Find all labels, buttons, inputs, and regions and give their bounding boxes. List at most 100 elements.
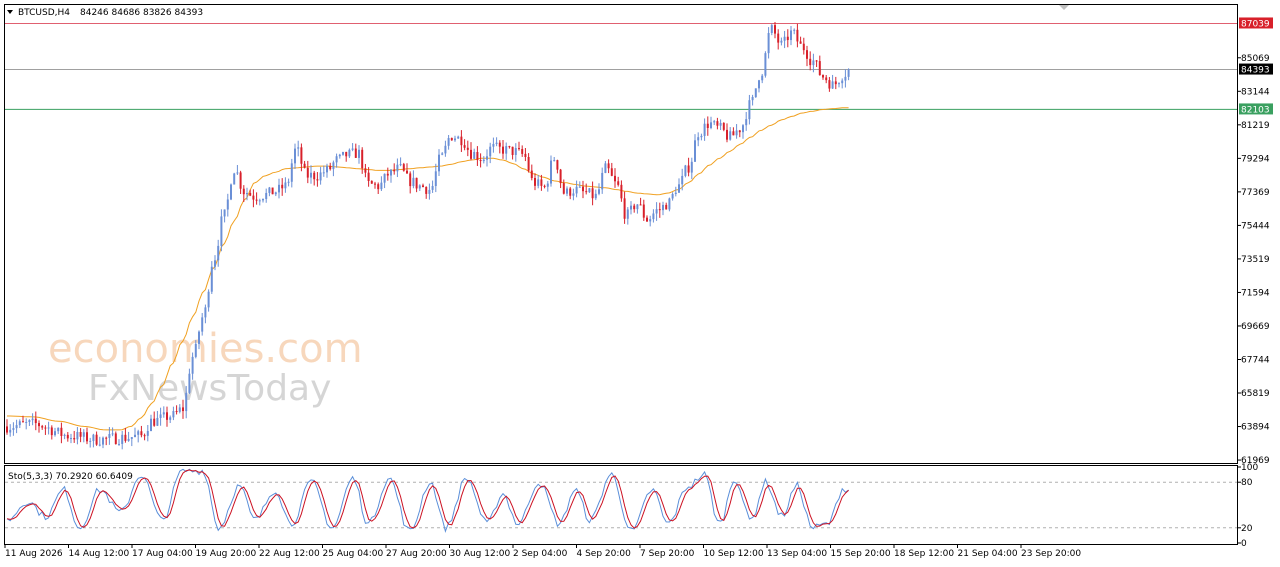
- candle-body: [95, 434, 98, 445]
- candle-body: [153, 418, 156, 426]
- candle-body: [278, 184, 280, 193]
- time-axis: 11 Aug 2026 14 Aug 12:00 17 Aug 04:00 19 Au…: [4, 544, 1081, 559]
- time-tick-label: 10 Sep 12:00: [704, 549, 764, 559]
- candle-body: [242, 188, 245, 195]
- candle-body: [172, 411, 175, 418]
- candle-body: [393, 169, 396, 172]
- candle-body: [265, 192, 268, 200]
- candle-body: [66, 434, 69, 439]
- candle-body: [300, 147, 303, 164]
- candle-body: [822, 75, 824, 78]
- candle-body: [530, 170, 533, 179]
- candle: [684, 164, 687, 178]
- candle-body: [566, 188, 568, 194]
- candle-body: [204, 307, 207, 318]
- candle-body: [198, 331, 200, 344]
- candle-body: [668, 198, 671, 210]
- candle-body: [146, 431, 149, 436]
- candle-body: [786, 36, 789, 41]
- candle-body: [57, 427, 60, 432]
- candle-body: [246, 192, 248, 195]
- price-tick-label: 83144: [1241, 87, 1270, 97]
- candle-body: [505, 146, 508, 154]
- current-price-label: 84393: [1241, 66, 1270, 76]
- candle: [722, 122, 725, 132]
- candle-body: [134, 434, 136, 438]
- candle-body: [825, 77, 828, 81]
- candle-body: [748, 100, 751, 120]
- candle-body: [63, 434, 66, 436]
- candle-body: [662, 204, 664, 211]
- candle-body: [470, 149, 472, 159]
- candle-body: [780, 40, 783, 43]
- candle-body: [754, 88, 757, 98]
- candle-body: [495, 142, 498, 144]
- candle-body: [623, 198, 626, 219]
- candle-body: [255, 199, 258, 201]
- watermark-economies: economies.com: [48, 326, 363, 372]
- candle-body: [383, 173, 386, 183]
- ohlc-label: 84246 84686 83826 84393: [80, 8, 203, 18]
- price-tick-label: 75444: [1241, 221, 1270, 231]
- candle-body: [742, 125, 744, 133]
- candle-body: [162, 412, 165, 415]
- candle-body: [540, 179, 543, 186]
- candle-body: [41, 426, 44, 428]
- support-price-label: 82103: [1241, 105, 1270, 115]
- candle-body: [214, 260, 216, 267]
- time-tick-label: 23 Sep 20:00: [1021, 549, 1081, 559]
- candle-body: [92, 434, 95, 441]
- candle-body: [569, 188, 572, 196]
- candle-body: [489, 146, 492, 157]
- candle-body: [338, 154, 341, 157]
- candle-body: [444, 145, 447, 154]
- candle-body: [639, 204, 642, 206]
- price-tick-label: 71594: [1241, 288, 1270, 298]
- candle-body: [838, 83, 840, 85]
- candle-body: [159, 414, 162, 418]
- time-tick-label: 17 Aug 04:00: [132, 549, 193, 559]
- candle-body: [476, 152, 479, 161]
- candle-body: [207, 291, 210, 308]
- candle-body: [537, 179, 540, 186]
- time-tick-label: 2 Sep 04:00: [513, 549, 568, 559]
- candle-body: [610, 168, 613, 176]
- candle-body: [575, 186, 578, 194]
- candle-body: [652, 213, 655, 220]
- candle-body: [716, 121, 719, 126]
- stochastic-axis: 0 20 80 100: [1237, 463, 1258, 549]
- candle-body: [546, 183, 549, 187]
- candle-body: [818, 61, 821, 76]
- candle-body: [230, 184, 232, 200]
- candle-body: [466, 147, 469, 150]
- candle-body: [150, 418, 152, 432]
- candle-body: [441, 153, 444, 155]
- candle-body: [793, 29, 796, 31]
- candle-body: [284, 182, 287, 189]
- candle-body: [367, 172, 370, 181]
- candle-body: [210, 266, 213, 292]
- candle-body: [655, 209, 658, 214]
- candle-body: [607, 163, 610, 169]
- candle-body: [710, 122, 712, 128]
- candle-body: [834, 81, 837, 85]
- candle-body: [559, 169, 562, 184]
- price-axis: 6196963894658196774469669715947351975444…: [1237, 17, 1273, 466]
- candle-body: [511, 146, 514, 155]
- candle-body: [233, 173, 236, 185]
- time-tick-label: 7 Sep 20:00: [640, 549, 695, 559]
- candle-body: [390, 169, 392, 176]
- candle-body: [348, 149, 351, 157]
- candle-body: [454, 138, 456, 141]
- candle-body: [450, 138, 453, 141]
- time-tick-label: 11 Aug 2026: [5, 549, 63, 559]
- candle-body: [127, 438, 130, 441]
- candle-body: [428, 189, 431, 194]
- price-tick-label: 81219: [1241, 121, 1270, 131]
- candle-body: [313, 172, 316, 180]
- candle-body: [166, 412, 168, 420]
- trading-chart[interactable]: economies.com FxNewsToday 61969638946581…: [0, 0, 1280, 567]
- candle-body: [185, 392, 188, 412]
- candle-body: [796, 29, 799, 42]
- candle-body: [399, 164, 402, 166]
